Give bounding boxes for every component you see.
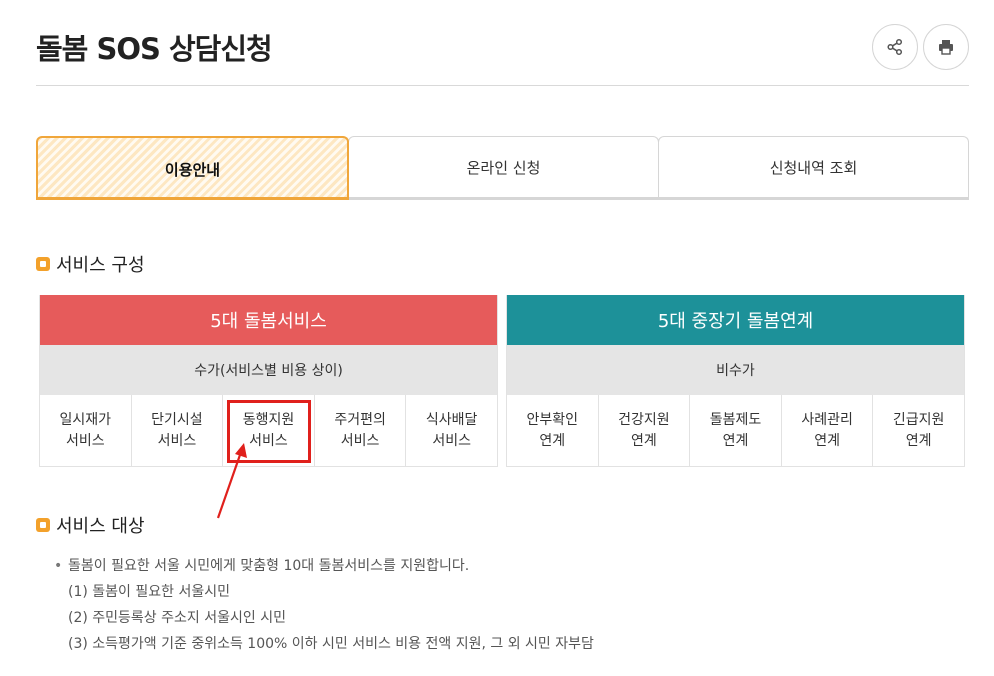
target-item: (1) 돌봄이 필요한 서울시민 xyxy=(68,584,230,600)
service-item-meal-delivery: 식사배달 서비스 xyxy=(405,395,497,466)
print-button[interactable] xyxy=(923,24,969,70)
linkage-item-wellbeing-check: 안부확인 연계 xyxy=(526,412,579,449)
page-title: 돌봄 SOS 상담신청 xyxy=(36,32,273,66)
linkage-item-case-management: 사례관리 연계 xyxy=(780,395,873,466)
service-section-title: 서비스 구성 xyxy=(56,255,145,276)
target-main-text: 돌봄이 필요한 서울 시민에게 맞춤형 10대 돌봄서비스를 지원합니다. xyxy=(54,553,594,579)
target-item: (3) 소득평가액 기준 중위소득 100% 이하 시민 서비스 비용 전액 지… xyxy=(68,636,594,652)
linkage-item-care-system: 돌봄제도 연계 xyxy=(689,395,781,466)
linkage-services-subtitle: 비수가 xyxy=(507,345,964,395)
linkage-services-title: 5대 중장기 돌봄연계 xyxy=(507,295,964,345)
care-services-subtitle: 수가(서비스별 비용 상이) xyxy=(40,345,497,395)
share-icon xyxy=(887,38,903,56)
target-section-heading: 서비스 대상 xyxy=(36,512,145,538)
linkage-item-health-support: 건강지원 연계 xyxy=(597,395,690,466)
section-bullet-icon xyxy=(36,518,50,532)
service-item-housing-convenience: 주거편의 서비스 xyxy=(313,395,406,466)
service-section-heading: 서비스 구성 xyxy=(36,251,145,277)
section-bullet-icon xyxy=(36,257,50,271)
print-icon xyxy=(939,40,953,55)
linkage-services-panel: 5대 중장기 돌봄연계 비수가 안부확인 연계 건강지원 연계 돌봄제도 연계 … xyxy=(506,295,965,467)
linkage-services-list: 안부확인 연계 건강지원 연계 돌봄제도 연계 사례관리 연계 긴급지원 연계 xyxy=(507,395,964,466)
target-section-title: 서비스 대상 xyxy=(56,516,145,537)
title-divider xyxy=(36,85,969,86)
target-item: (2) 주민등록상 주소지 서울시인 시민 xyxy=(68,610,286,626)
tab-bar: 이용안내 온라인 신청 신청내역 조회 xyxy=(36,136,969,200)
target-description: 돌봄이 필요한 서울 시민에게 맞춤형 10대 돌봄서비스를 지원합니다. (1… xyxy=(54,553,594,657)
tab-online-apply[interactable]: 온라인 신청 xyxy=(348,136,659,197)
linkage-item-emergency-support: 긴급지원 연계 xyxy=(872,395,964,466)
share-button[interactable] xyxy=(872,24,918,70)
service-item-temporary-home: 일시재가 서비스 xyxy=(59,412,112,449)
annotation-arrow-icon xyxy=(216,443,247,519)
tab-usage-guide[interactable]: 이용안내 xyxy=(36,136,349,200)
tab-apply-history[interactable]: 신청내역 조회 xyxy=(658,136,969,197)
care-services-title: 5대 돌봄서비스 xyxy=(40,295,497,345)
